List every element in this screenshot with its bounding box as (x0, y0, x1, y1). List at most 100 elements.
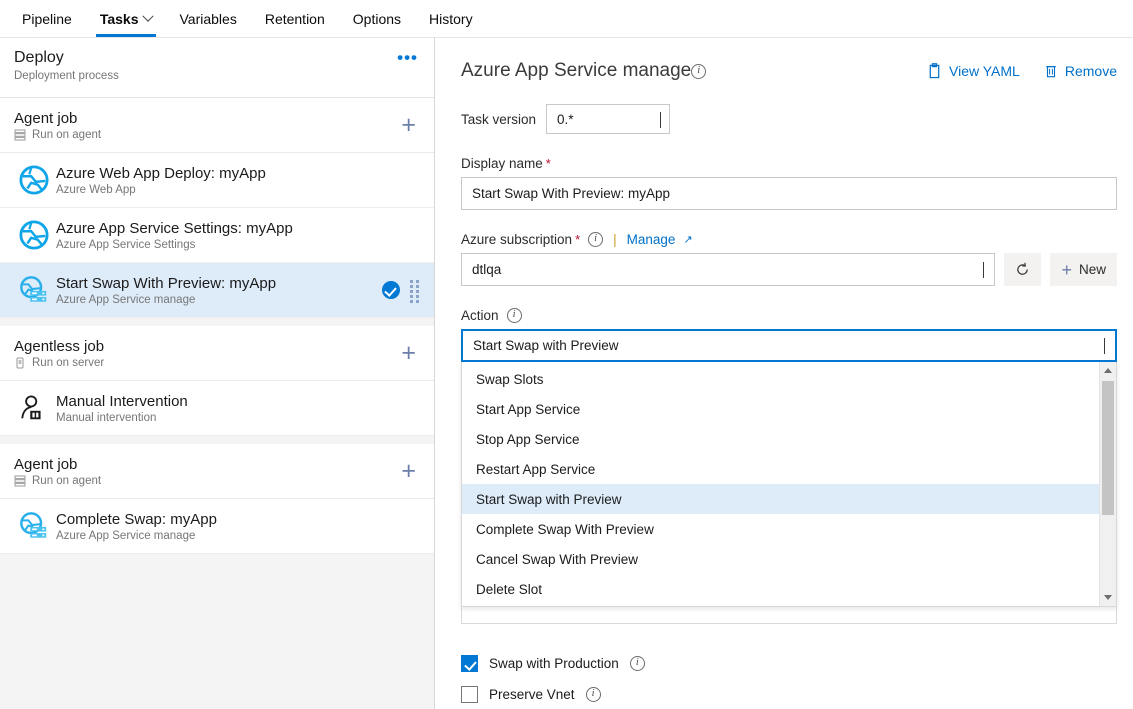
task-version-select[interactable]: 0.* (546, 104, 670, 134)
swap-with-production-checkbox[interactable] (461, 655, 478, 672)
refresh-icon (1015, 262, 1030, 277)
azure-app-service-manage-icon (14, 511, 54, 541)
task-details-header: Azure App Service manage i View YAML (461, 38, 1117, 88)
task-subtitle: Azure Web App (56, 184, 422, 196)
job-name: Agent job (14, 455, 397, 474)
task-version-label: Task version (461, 112, 536, 127)
server-rack-icon (14, 475, 26, 487)
job-subtitle-label: Run on server (32, 357, 104, 369)
task-enabled-check-icon[interactable] (382, 281, 400, 299)
checkbox-group: Swap with Production i Preserve Vnet i (461, 655, 1117, 703)
action-select[interactable]: Start Swap with Preview (461, 329, 1117, 362)
azure-web-app-icon (14, 165, 54, 195)
required-marker: * (546, 156, 551, 171)
info-icon[interactable]: i (691, 64, 706, 79)
release-pipeline-editor: Pipeline Tasks Variables Retention Optio… (0, 0, 1133, 709)
task-version-row: Task version 0.* (461, 104, 1117, 134)
new-subscription-label: New (1079, 262, 1106, 277)
tab-retention[interactable]: Retention (251, 0, 339, 37)
triangle-down-icon (1104, 595, 1112, 600)
tab-tasks[interactable]: Tasks (86, 0, 166, 37)
add-task-button[interactable]: + (397, 116, 420, 134)
action-combobox-wrapper: Start Swap with Preview Swap Slots Start… (461, 329, 1117, 362)
task-name: Azure Web App Deploy: myApp (56, 164, 422, 183)
manage-link[interactable]: Manage (627, 232, 676, 247)
job-subtitle: Run on agent (14, 475, 397, 487)
listbox-scrollbar[interactable] (1099, 362, 1116, 606)
job-group-agentless: Agentless job Run on server + (0, 326, 434, 436)
azure-subscription-field: Azure subscription * i | Manage ↗ dtlqa (461, 232, 1117, 286)
tab-options-label: Options (353, 11, 401, 27)
tab-variables[interactable]: Variables (166, 0, 251, 37)
tab-options[interactable]: Options (339, 0, 415, 37)
chevron-down-icon (1104, 338, 1105, 354)
clipboard-icon (927, 63, 942, 79)
task-row-azure-web-app-deploy[interactable]: Azure Web App Deploy: myApp Azure Web Ap… (0, 153, 434, 208)
display-name-label-text: Display name (461, 156, 543, 171)
task-subtitle: Azure App Service Settings (56, 239, 422, 251)
chevron-down-icon (660, 112, 661, 128)
option-swap-slots[interactable]: Swap Slots (462, 364, 1099, 394)
deploy-process-header[interactable]: Deploy Deployment process ••• (0, 38, 434, 98)
azure-app-service-manage-icon (14, 275, 54, 305)
option-complete-swap-with-preview[interactable]: Complete Swap With Preview (462, 514, 1099, 544)
info-icon[interactable]: i (588, 232, 603, 247)
view-yaml-label: View YAML (949, 63, 1020, 79)
remove-button[interactable]: Remove (1044, 63, 1117, 79)
scrollbar-thumb[interactable] (1102, 381, 1114, 515)
info-icon[interactable]: i (586, 687, 601, 702)
remove-label: Remove (1065, 63, 1117, 79)
refresh-subscriptions-button[interactable] (1004, 253, 1041, 286)
job-list: Agent job Run on agent + (0, 98, 434, 709)
swap-with-production-label: Swap with Production (489, 656, 619, 671)
tab-history[interactable]: History (415, 0, 487, 37)
info-icon[interactable]: i (630, 656, 645, 671)
manual-intervention-icon (14, 393, 54, 423)
job-group-agent-2: Agent job Run on agent + (0, 444, 434, 554)
job-header-agent-job-1[interactable]: Agent job Run on agent + (0, 98, 434, 153)
option-start-swap-with-preview[interactable]: Start Swap with Preview (462, 484, 1099, 514)
label-divider: | (611, 232, 619, 247)
new-subscription-button[interactable]: + New (1050, 253, 1117, 286)
preserve-vnet-checkbox[interactable] (461, 686, 478, 703)
chevron-down-icon (983, 262, 984, 278)
tab-pipeline-label: Pipeline (22, 11, 72, 27)
task-row-complete-swap[interactable]: Complete Swap: myApp Azure App Service m… (0, 499, 434, 554)
scrollbar-track[interactable] (1100, 379, 1116, 589)
tab-tasks-label: Tasks (100, 11, 139, 27)
view-yaml-button[interactable]: View YAML (927, 63, 1020, 79)
job-header-agentless-job[interactable]: Agentless job Run on server + (0, 326, 434, 381)
task-row-start-swap-with-preview[interactable]: Start Swap With Preview: myApp Azure App… (0, 263, 434, 318)
chevron-down-icon (142, 10, 153, 21)
job-subtitle: Run on agent (14, 129, 397, 141)
tab-pipeline[interactable]: Pipeline (8, 0, 86, 37)
preserve-vnet-row: Preserve Vnet i (461, 686, 1117, 703)
add-task-button[interactable]: + (397, 462, 420, 480)
job-subtitle-label: Run on agent (32, 475, 101, 487)
option-stop-app-service[interactable]: Stop App Service (462, 424, 1099, 454)
option-delete-slot[interactable]: Delete Slot (462, 574, 1099, 604)
task-row-manual-intervention[interactable]: Manual Intervention Manual intervention (0, 381, 434, 436)
trash-icon (1044, 63, 1058, 79)
azure-subscription-select[interactable]: dtlqa (461, 253, 995, 286)
scroll-down-button[interactable] (1104, 589, 1112, 606)
job-header-agent-job-2[interactable]: Agent job Run on agent + (0, 444, 434, 499)
drag-handle-icon[interactable] (410, 280, 420, 300)
more-options-button[interactable]: ••• (395, 48, 420, 64)
azure-subscription-label: Azure subscription * i | Manage ↗ (461, 232, 1117, 247)
task-subtitle: Manual intervention (56, 412, 422, 424)
preserve-vnet-label: Preserve Vnet (489, 687, 575, 702)
azure-web-app-icon (14, 220, 54, 250)
task-row-azure-app-service-settings[interactable]: Azure App Service Settings: myApp Azure … (0, 208, 434, 263)
option-cancel-swap-with-preview[interactable]: Cancel Swap With Preview (462, 544, 1099, 574)
pipeline-tab-bar: Pipeline Tasks Variables Retention Optio… (0, 0, 1133, 38)
scroll-up-button[interactable] (1104, 362, 1112, 379)
task-name: Azure App Service Settings: myApp (56, 219, 422, 238)
server-rack-icon (14, 129, 26, 141)
info-icon[interactable]: i (507, 308, 522, 323)
add-task-button[interactable]: + (397, 344, 420, 362)
option-start-app-service[interactable]: Start App Service (462, 394, 1099, 424)
option-restart-app-service[interactable]: Restart App Service (462, 454, 1099, 484)
action-options-listbox[interactable]: Swap Slots Start App Service Stop App Se… (461, 362, 1117, 607)
display-name-input[interactable] (461, 177, 1117, 210)
